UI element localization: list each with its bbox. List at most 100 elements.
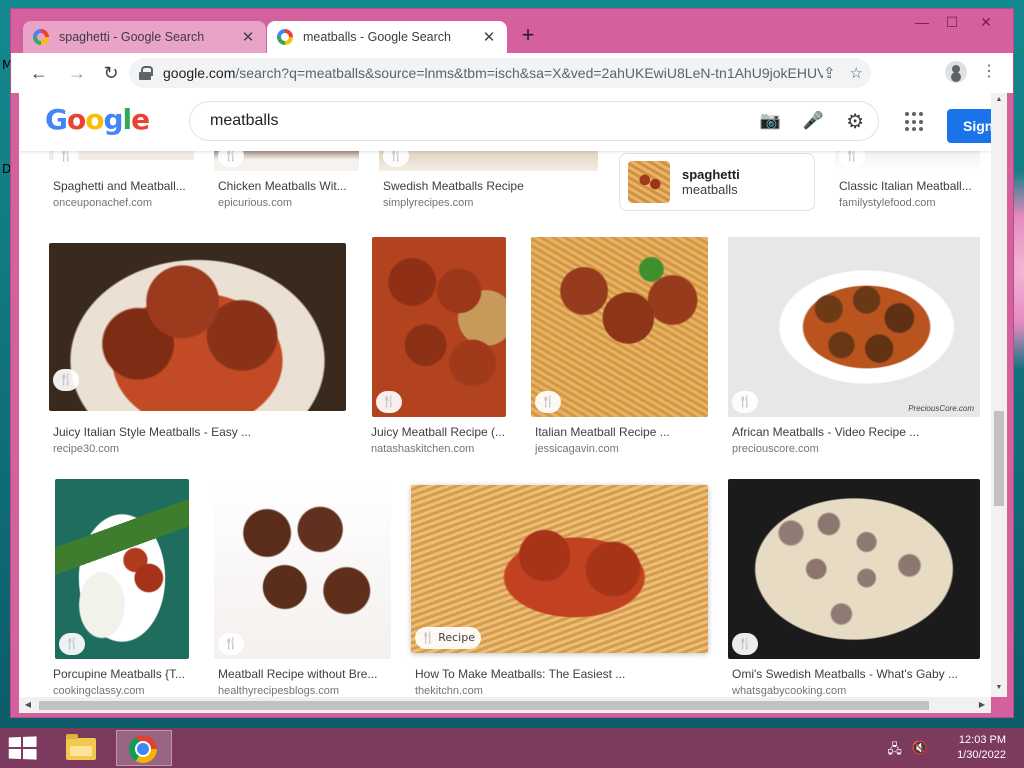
tab-close-icon[interactable]: ✕ [240, 28, 256, 46]
search-input[interactable]: meatballs 📷 🎤 ⚙ [189, 101, 879, 141]
result-thumbnail[interactable] [49, 243, 346, 411]
chrome-icon [129, 735, 157, 763]
result-thumbnail[interactable]: 🍴 [531, 237, 708, 417]
recipe-badge: 🍴 [376, 391, 402, 413]
folder-icon [66, 734, 96, 760]
tab-title: spaghetti - Google Search [59, 30, 205, 44]
volume-muted-icon[interactable]: 🔇 [912, 740, 928, 762]
result-title[interactable]: African Meatballs - Video Recipe ... [732, 425, 977, 439]
result-thumbnail[interactable]: 🍴 Recipe [411, 485, 708, 653]
tab-strip: spaghetti - Google Search ✕ meatballs - … [11, 9, 1013, 53]
chrome-window: spaghetti - Google Search ✕ meatballs - … [10, 8, 1014, 718]
result-source[interactable]: preciouscore.com [732, 443, 819, 455]
reload-button[interactable]: ↻ [99, 61, 123, 85]
scroll-left-arrow-icon[interactable]: ◀ [23, 700, 33, 709]
windows-start-icon[interactable] [8, 736, 37, 760]
result-source[interactable]: onceuponachef.com [53, 197, 152, 209]
browser-toolbar: ← → ↻ google.com/search?q=meatballs&sour… [11, 53, 1013, 93]
result-source[interactable]: cookingclassy.com [53, 685, 145, 697]
scroll-right-arrow-icon[interactable]: ▶ [977, 700, 987, 709]
result-source[interactable]: epicurious.com [218, 197, 292, 209]
forward-button[interactable]: → [65, 61, 89, 85]
result-title[interactable]: Meatball Recipe without Bre... [218, 667, 388, 681]
related-thumbnail [628, 161, 670, 203]
google-favicon-icon [33, 29, 49, 45]
sign-in-button[interactable]: Sign in [947, 109, 991, 143]
result-thumbnail[interactable]: 🍴 [55, 479, 189, 659]
result-source[interactable]: jessicagavin.com [535, 443, 619, 455]
result-title[interactable]: Juicy Italian Style Meatballs - Easy ... [53, 425, 343, 439]
tab-close-icon[interactable]: ✕ [481, 28, 497, 46]
lock-icon[interactable] [139, 66, 153, 80]
result-title[interactable]: Juicy Meatball Recipe (... [371, 425, 509, 439]
clock-time: 12:03 PM [958, 734, 1006, 746]
google-logo[interactable]: Google [45, 103, 150, 136]
result-title[interactable]: Spaghetti and Meatball... [53, 179, 193, 193]
tab-meatballs[interactable]: meatballs - Google Search ✕ [267, 21, 507, 53]
related-search-chip[interactable]: spaghetti meatballs [619, 153, 815, 211]
horizontal-scroll-thumb[interactable] [39, 701, 929, 710]
google-apps-icon[interactable] [905, 112, 925, 132]
taskbar: 🖧 🔇 12:03 PM 1/30/2022 [0, 728, 1024, 768]
result-title[interactable]: Omi's Swedish Meatballs - What's Gaby ..… [732, 667, 977, 681]
chrome-taskbar-button[interactable] [116, 730, 172, 766]
result-source[interactable]: healthyrecipesblogs.com [218, 685, 339, 697]
clock-date: 1/30/2022 [957, 749, 1006, 761]
result-source[interactable]: whatsgabycooking.com [732, 685, 846, 697]
recipe-badge: 🍴 [535, 391, 561, 413]
horizontal-scrollbar[interactable]: ◀ ▶ [19, 697, 991, 713]
result-thumbnail[interactable]: 🍴 [372, 237, 506, 417]
result-thumbnail[interactable]: 🍴 [728, 479, 980, 659]
share-icon[interactable]: ⇪ [823, 64, 836, 82]
close-window-button[interactable]: ✕ [971, 11, 1001, 33]
file-explorer-taskbar-button[interactable] [52, 730, 108, 766]
result-title[interactable]: Italian Meatball Recipe ... [535, 425, 705, 439]
google-header: Google meatballs 📷 🎤 ⚙ Sign in [19, 93, 991, 151]
bookmark-star-icon[interactable]: ☆ [850, 64, 863, 82]
result-source[interactable]: recipe30.com [53, 443, 119, 455]
chrome-menu-icon[interactable]: ⋮ [981, 61, 997, 83]
search-query[interactable]: meatballs [210, 112, 760, 130]
address-bar[interactable]: google.com/search?q=meatballs&source=lnm… [129, 58, 871, 88]
system-tray: 🖧 🔇 [887, 740, 928, 762]
recipe-badge: 🍴 [732, 391, 758, 413]
result-thumbnail[interactable]: 🍴 [214, 479, 391, 659]
result-source[interactable]: natashaskitchen.com [371, 443, 474, 455]
url-text[interactable]: google.com/search?q=meatballs&source=lnm… [163, 65, 823, 81]
result-title[interactable]: Swedish Meatballs Recipe [383, 179, 593, 193]
network-icon[interactable]: 🖧 [887, 740, 902, 762]
image-watermark: PreciousCore.com [908, 404, 974, 413]
result-thumbnail[interactable]: 🍴 PreciousCore.com [728, 237, 980, 417]
vertical-scroll-thumb[interactable] [994, 411, 1004, 506]
scroll-down-arrow-icon[interactable]: ▼ [994, 684, 1004, 694]
search-settings-icon[interactable]: ⚙ [846, 109, 864, 134]
recipe-badge: 🍴 Recipe [415, 627, 481, 649]
microphone-icon[interactable]: 🎤 [803, 111, 824, 131]
result-title[interactable]: Chicken Meatballs Wit... [218, 179, 358, 193]
related-query: meatballs [682, 182, 738, 197]
tab-title: meatballs - Google Search [303, 30, 451, 44]
recipe-badge: 🍴 [218, 633, 244, 655]
scroll-up-arrow-icon[interactable]: ▲ [994, 96, 1004, 106]
result-title[interactable]: Classic Italian Meatball... [839, 179, 979, 193]
result-title[interactable]: How To Make Meatballs: The Easiest ... [415, 667, 705, 681]
recipe-badge: 🍴 [732, 633, 758, 655]
related-term: spaghetti [682, 167, 740, 182]
result-source[interactable]: familystylefood.com [839, 197, 936, 209]
google-favicon-icon [277, 29, 293, 45]
result-title[interactable]: Porcupine Meatballs {T... [53, 667, 193, 681]
camera-search-icon[interactable]: 📷 [760, 111, 781, 131]
page-viewport: Google meatballs 📷 🎤 ⚙ Sign in 🍴 Spaghet… [19, 93, 991, 697]
result-source[interactable]: thekitchn.com [415, 685, 483, 697]
recipe-badge: 🍴 [53, 369, 79, 391]
back-button[interactable]: ← [27, 61, 51, 85]
maximize-button[interactable]: ☐ [937, 11, 967, 33]
result-source[interactable]: simplyrecipes.com [383, 197, 473, 209]
taskbar-clock[interactable]: 12:03 PM 1/30/2022 [957, 733, 1006, 763]
new-tab-button[interactable]: + [517, 24, 539, 47]
recipe-badge: 🍴 [59, 633, 85, 655]
vertical-scrollbar[interactable]: ▲ ▼ [991, 93, 1007, 697]
minimize-button[interactable]: — [907, 11, 937, 33]
profile-avatar-icon[interactable] [945, 61, 967, 83]
tab-spaghetti[interactable]: spaghetti - Google Search ✕ [23, 21, 266, 53]
